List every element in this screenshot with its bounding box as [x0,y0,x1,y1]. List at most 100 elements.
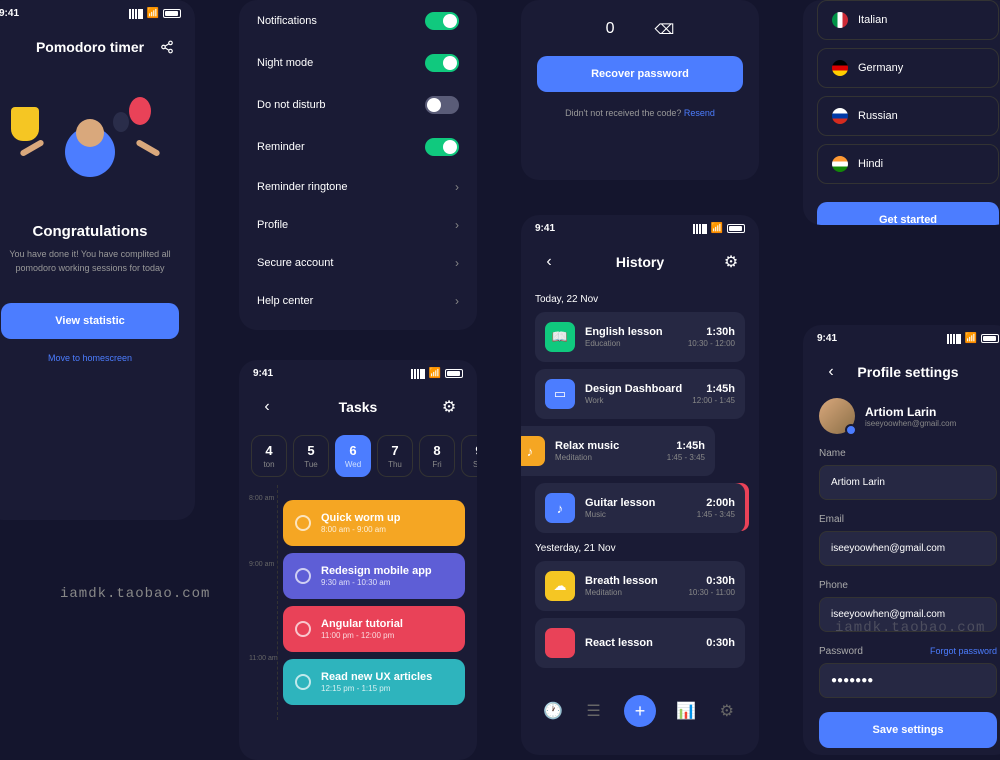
day-name: Sat [466,460,477,469]
language-option[interactable]: Germany [817,48,999,88]
history-card[interactable]: ♪ Relax musicMeditation 1:45h1:45 - 3:45 [521,426,715,476]
status-time: 9:41 [0,8,19,19]
history-range: 10:30 - 11:00 [688,588,735,597]
task-card[interactable]: Angular tutorial11:00 pm - 12:00 pm [283,606,465,652]
history-title: Relax music [555,440,657,452]
history-card[interactable]: 📖 English lessonEducation 1:30h10:30 - 1… [535,312,745,362]
language-option[interactable]: Russian [817,96,999,136]
setting-row[interactable]: Reminder [239,126,477,168]
history-duration: 0:30h [688,575,735,587]
recover-password-button[interactable]: Recover password [537,56,743,92]
day-name: Fri [424,460,450,469]
history-card[interactable]: React lesson 0:30h [535,618,745,668]
share-icon[interactable] [157,37,177,57]
toggle[interactable] [425,12,459,30]
add-button[interactable]: + [624,695,656,727]
day-chip[interactable]: 8 Fri [419,435,455,477]
toggle[interactable] [425,96,459,114]
chevron-right-icon: › [455,218,459,232]
back-icon[interactable]: ‹ [539,252,559,272]
task-title: Redesign mobile app [321,565,432,577]
task-title: Quick worm up [321,512,400,524]
history-icon: ♪ [545,493,575,523]
tab-clock-icon[interactable]: 🕐 [543,701,563,721]
watermark: iamdk.taobao.com [835,620,985,636]
setting-row[interactable]: Secure account› [239,244,477,282]
language-option[interactable]: Italian [817,0,999,40]
congrats-title: Congratulations [1,223,179,240]
resend-msg: Didn't not received the code? [565,108,681,118]
task-checkbox[interactable] [295,568,311,584]
history-category: Work [585,396,682,405]
setting-row[interactable]: Notifications [239,0,477,42]
name-label: Name [819,448,997,459]
history-range: 1:45 - 3:45 [667,453,705,462]
tab-stats-icon[interactable]: 📊 [676,701,696,721]
day-name: ton [256,460,282,469]
celebration-illustration [1,77,179,207]
history-duration: 1:45h [692,383,735,395]
view-statistic-button[interactable]: View statistic [1,303,179,339]
history-range: 10:30 - 12:00 [688,339,735,348]
day-chip[interactable]: 6Wed [335,435,371,477]
history-category: Education [585,339,678,348]
setting-label: Help center [257,295,313,307]
setting-row[interactable]: Help center› [239,282,477,320]
password-input[interactable] [819,663,997,698]
history-title: Breath lesson [585,575,678,587]
toggle[interactable] [425,54,459,72]
setting-label: Notifications [257,15,317,27]
history-duration: 0:30h [706,637,735,649]
status-time: 9:41 [817,333,837,344]
history-icon: ▭ [545,379,575,409]
back-icon[interactable]: ‹ [821,362,841,382]
backspace-icon[interactable]: ⌫ [655,21,675,38]
move-homescreen-link[interactable]: Move to homescreen [1,353,179,363]
task-checkbox[interactable] [295,674,311,690]
task-title: Read new UX articles [321,671,432,683]
language-name: Italian [858,14,887,26]
get-started-button[interactable]: Get started [817,202,999,225]
day-chip[interactable]: 9Sat [461,435,477,477]
task-checkbox[interactable] [295,515,311,531]
task-card[interactable]: Read new UX articles12:15 pm - 1:15 pm [283,659,465,705]
page-title: Profile settings [857,364,958,380]
day-chip[interactable]: 7Thu [377,435,413,477]
section-yesterday: Yesterday, 21 Nov [535,543,745,554]
task-card[interactable]: Quick worm up8:00 am - 9:00 am [283,500,465,546]
task-card[interactable]: Redesign mobile app9:30 am - 10:30 am [283,553,465,599]
day-chip[interactable]: 5Tue [293,435,329,477]
forgot-password-link[interactable]: Forgot password [930,646,997,663]
history-card[interactable]: ☁ Breath lessonMeditation 0:30h10:30 - 1… [535,561,745,611]
day-chip[interactable]: 4ton [251,435,287,477]
save-settings-button[interactable]: Save settings [819,712,997,748]
task-time: 8:00 am - 9:00 am [321,525,400,534]
tab-settings-icon[interactable]: ⚙ [717,701,737,721]
chevron-right-icon: › [455,180,459,194]
task-checkbox[interactable] [295,621,311,637]
tab-list-icon[interactable]: ☰ [584,701,604,721]
history-duration: 2:00h [697,497,735,509]
setting-row[interactable]: Night mode [239,42,477,84]
setting-row[interactable]: Profile› [239,206,477,244]
name-input[interactable] [819,465,997,500]
history-card[interactable]: ▭ Design DashboardWork 1:45h12:00 - 1:45 [535,369,745,419]
back-icon[interactable]: ‹ [257,397,277,417]
settings-icon[interactable]: ⚙ [721,252,741,272]
page-title: History [616,254,664,270]
day-number: 5 [298,443,324,458]
day-number: 8 [424,443,450,458]
history-title: React lesson [585,637,696,649]
flag-icon [832,60,848,76]
email-input[interactable] [819,531,997,566]
toggle[interactable] [425,138,459,156]
flag-icon [832,12,848,28]
language-option[interactable]: Hindi [817,144,999,184]
setting-row[interactable]: Do not disturb [239,84,477,126]
setting-row[interactable]: Reminder ringtone› [239,168,477,206]
phone-label: Phone [819,580,997,591]
settings-icon[interactable]: ⚙ [439,397,459,417]
history-card[interactable]: ♪ Guitar lessonMusic 2:00h1:45 - 3:45 [535,483,745,533]
status-time: 9:41 [535,223,555,234]
resend-link[interactable]: Resend [684,108,715,118]
